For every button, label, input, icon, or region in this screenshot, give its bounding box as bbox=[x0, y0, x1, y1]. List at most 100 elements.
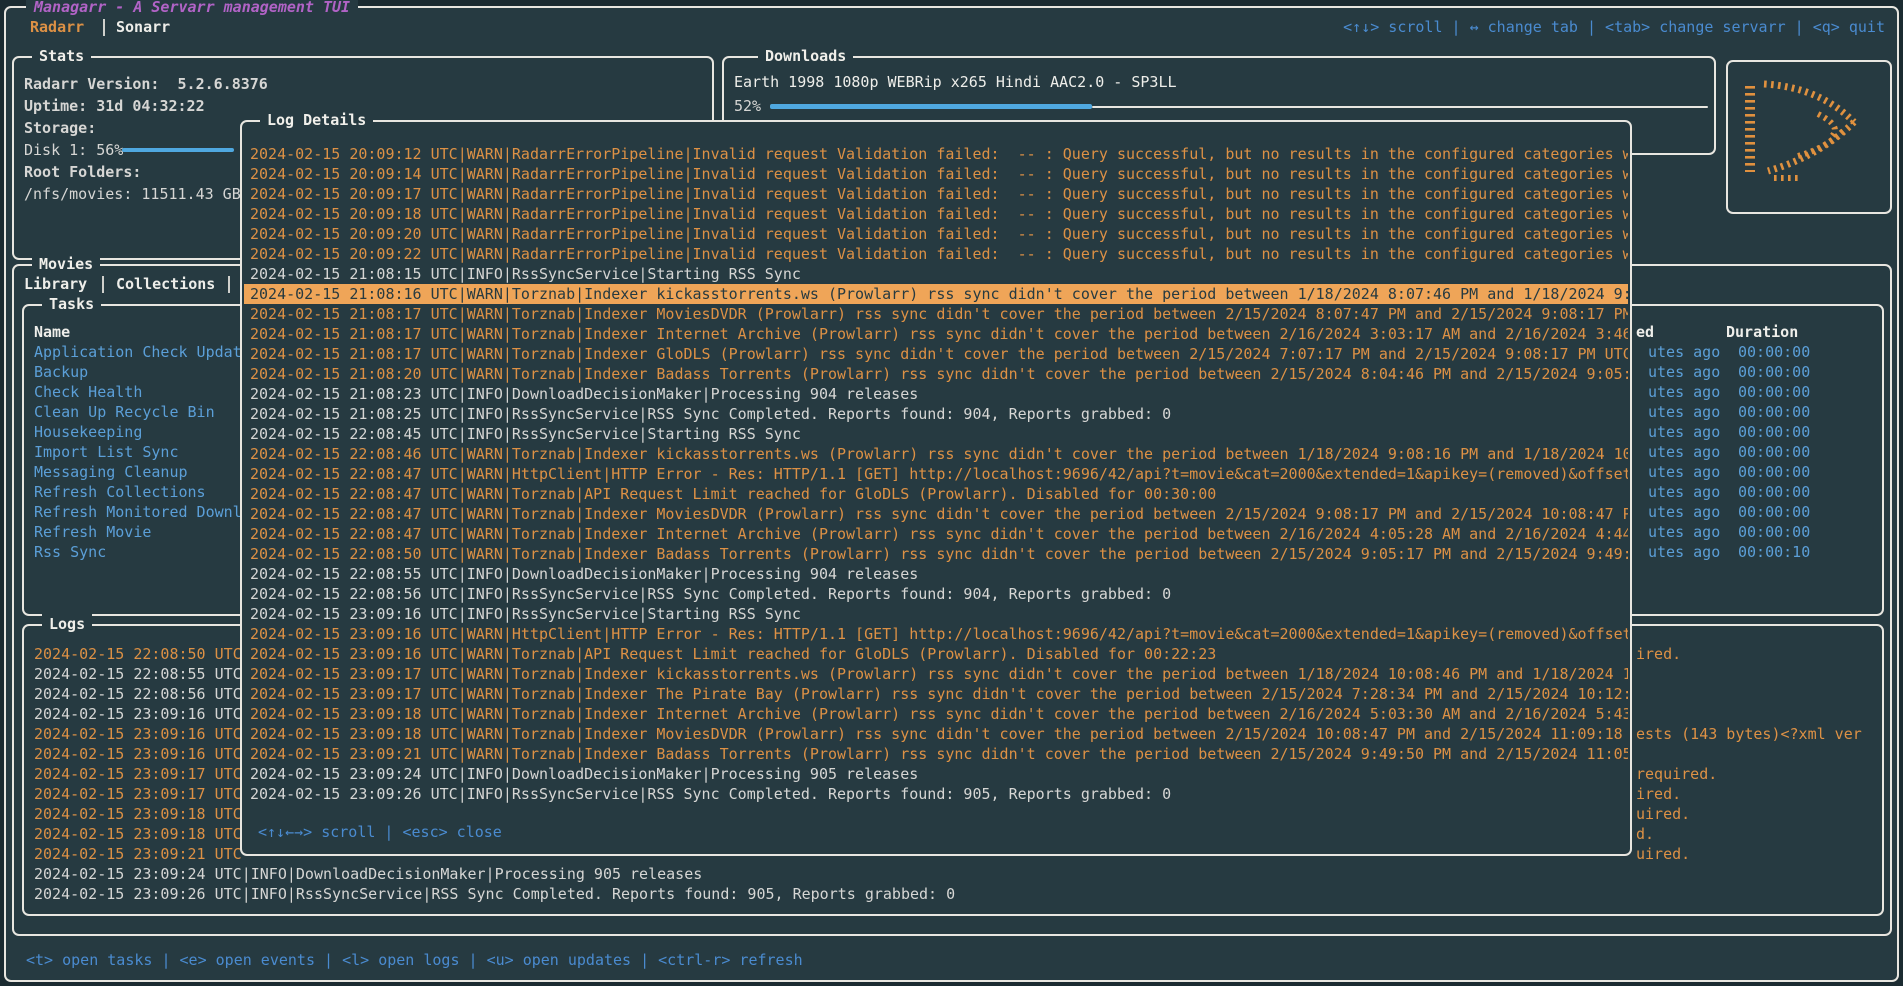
task-name: Import List Sync bbox=[34, 442, 179, 462]
movies-tab-separator2 bbox=[228, 276, 230, 293]
log-row-text: 2024-02-15 23:09:24 UTC|INFO|DownloadDec… bbox=[34, 864, 702, 884]
log-details-lines: 2024-02-15 20:09:12 UTC|WARN|RadarrError… bbox=[244, 144, 1628, 808]
log-detail-line[interactable]: 2024-02-15 21:08:25 UTC|INFO|RssSyncServ… bbox=[244, 404, 1628, 424]
log-row-text: 2024-02-15 22:08:50 UTC bbox=[34, 644, 242, 664]
task-duration: 00:00:00 bbox=[1738, 482, 1810, 502]
task-started-fragment: utes ago bbox=[1648, 442, 1720, 462]
log-detail-line[interactable]: 2024-02-15 22:08:55 UTC|INFO|DownloadDec… bbox=[244, 564, 1628, 584]
log-detail-line[interactable]: 2024-02-15 20:09:22 UTC|WARN|RadarrError… bbox=[244, 244, 1628, 264]
log-row-text: 2024-02-15 22:08:56 UTC bbox=[34, 684, 242, 704]
log-detail-line[interactable]: 2024-02-15 21:08:15 UTC|INFO|RssSyncServ… bbox=[244, 264, 1628, 284]
log-detail-line[interactable]: 2024-02-15 22:08:47 UTC|WARN|Torznab|Ind… bbox=[244, 504, 1628, 524]
task-name: Refresh Movie bbox=[34, 522, 151, 542]
stats-version: Radarr Version: 5.2.6.8376 bbox=[24, 74, 268, 94]
downloads-title: Downloads bbox=[758, 46, 853, 66]
task-started-fragment: utes ago bbox=[1648, 342, 1720, 362]
log-detail-line[interactable]: 2024-02-15 23:09:16 UTC|WARN|Torznab|API… bbox=[244, 644, 1628, 664]
task-name: Clean Up Recycle Bin bbox=[34, 402, 215, 422]
log-row-text: 2024-02-15 23:09:18 UTC bbox=[34, 824, 242, 844]
disk-usage-bar bbox=[122, 148, 234, 152]
log-detail-line[interactable]: 2024-02-15 23:09:21 UTC|WARN|Torznab|Ind… bbox=[244, 744, 1628, 764]
log-detail-line[interactable]: 2024-02-15 20:09:17 UTC|WARN|RadarrError… bbox=[244, 184, 1628, 204]
log-details-footer-keybinds: <↑↓←→> scroll | <esc> close bbox=[258, 822, 502, 842]
task-name: Housekeeping bbox=[34, 422, 142, 442]
log-detail-line[interactable]: 2024-02-15 20:09:20 UTC|WARN|RadarrError… bbox=[244, 224, 1628, 244]
tab-radarr[interactable]: Radarr bbox=[30, 17, 84, 37]
task-started-fragment: utes ago bbox=[1648, 402, 1720, 422]
radarr-logo-icon bbox=[1734, 72, 1884, 196]
log-detail-line[interactable]: 2024-02-15 23:09:17 UTC|WARN|Torznab|Ind… bbox=[244, 684, 1628, 704]
log-row-tail-fragment: ests (143 bytes)<?xml ver bbox=[1636, 724, 1862, 744]
task-name: Refresh Monitored Downl bbox=[34, 502, 242, 522]
log-detail-line[interactable]: 2024-02-15 23:09:24 UTC|INFO|DownloadDec… bbox=[244, 764, 1628, 784]
task-name: Check Health bbox=[34, 382, 142, 402]
tasks-col-name: Name bbox=[34, 322, 70, 342]
task-started-fragment: utes ago bbox=[1648, 462, 1720, 482]
log-detail-line-selected[interactable]: 2024-02-15 21:08:16 UTC|WARN|Torznab|Ind… bbox=[244, 284, 1628, 304]
task-duration: 00:00:00 bbox=[1738, 462, 1810, 482]
top-keybinds: <↑↓> scroll | ↔ change tab | <tab> chang… bbox=[1343, 17, 1885, 37]
task-duration: 00:00:00 bbox=[1738, 382, 1810, 402]
log-detail-line[interactable]: 2024-02-15 23:09:16 UTC|INFO|RssSyncServ… bbox=[244, 604, 1628, 624]
tab-library[interactable]: Library bbox=[24, 274, 87, 294]
log-row-text: 2024-02-15 23:09:16 UTC bbox=[34, 704, 242, 724]
log-row-text: 2024-02-15 23:09:26 UTC|INFO|RssSyncServ… bbox=[34, 884, 955, 904]
log-details-title: Log Details bbox=[260, 110, 373, 130]
log-detail-line[interactable]: 2024-02-15 23:09:16 UTC|WARN|HttpClient|… bbox=[244, 624, 1628, 644]
task-duration: 00:00:00 bbox=[1738, 342, 1810, 362]
log-detail-line[interactable]: 2024-02-15 22:08:47 UTC|WARN|Torznab|Ind… bbox=[244, 524, 1628, 544]
tab-collections[interactable]: Collections bbox=[116, 274, 215, 294]
task-started-fragment: utes ago bbox=[1648, 502, 1720, 522]
tab-sonarr[interactable]: Sonarr bbox=[116, 17, 170, 37]
log-detail-line[interactable]: 2024-02-15 22:08:47 UTC|WARN|HttpClient|… bbox=[244, 464, 1628, 484]
task-name: Application Check Updat bbox=[34, 342, 242, 362]
stats-title: Stats bbox=[32, 46, 91, 66]
log-detail-line[interactable]: 2024-02-15 20:09:12 UTC|WARN|RadarrError… bbox=[244, 144, 1628, 164]
log-detail-line[interactable]: 2024-02-15 23:09:18 UTC|WARN|Torznab|Ind… bbox=[244, 724, 1628, 744]
task-duration: 00:00:00 bbox=[1738, 442, 1810, 462]
log-detail-line[interactable]: 2024-02-15 20:09:18 UTC|WARN|RadarrError… bbox=[244, 204, 1628, 224]
log-detail-line[interactable]: 2024-02-15 21:08:17 UTC|WARN|Torznab|Ind… bbox=[244, 344, 1628, 364]
logs-title: Logs bbox=[42, 614, 92, 634]
log-detail-line[interactable]: 2024-02-15 23:09:18 UTC|WARN|Torznab|Ind… bbox=[244, 704, 1628, 724]
log-row-tail-fragment: uired. bbox=[1636, 804, 1690, 824]
task-name: Refresh Collections bbox=[34, 482, 206, 502]
log-row-text: 2024-02-15 23:09:21 UTC bbox=[34, 844, 242, 864]
app-title: Managarr - A Servarr management TUI bbox=[26, 0, 358, 17]
log-detail-line[interactable]: 2024-02-15 23:09:26 UTC|INFO|RssSyncServ… bbox=[244, 784, 1628, 804]
tab-separator bbox=[103, 19, 105, 36]
task-duration: 00:00:00 bbox=[1738, 422, 1810, 442]
managarr-tui-screen: { "app": { "title": "Managarr - A Servar… bbox=[0, 0, 1903, 986]
logo-panel bbox=[1726, 60, 1892, 214]
movies-title: Movies bbox=[32, 254, 100, 274]
task-duration: 00:00:00 bbox=[1738, 402, 1810, 422]
log-detail-line[interactable]: 2024-02-15 22:08:56 UTC|INFO|RssSyncServ… bbox=[244, 584, 1628, 604]
stats-uptime: Uptime: 31d 04:32:22 bbox=[24, 96, 205, 116]
tasks-col-executed-fragment: ed bbox=[1636, 322, 1654, 342]
log-detail-line[interactable]: 2024-02-15 23:09:17 UTC|WARN|Torznab|Ind… bbox=[244, 664, 1628, 684]
log-detail-line[interactable]: 2024-02-15 22:08:45 UTC|INFO|RssSyncServ… bbox=[244, 424, 1628, 444]
log-detail-line[interactable]: 2024-02-15 21:08:17 UTC|WARN|Torznab|Ind… bbox=[244, 324, 1628, 344]
log-detail-line[interactable]: 2024-02-15 21:08:23 UTC|INFO|DownloadDec… bbox=[244, 384, 1628, 404]
stats-disk-line: Disk 1: 56% bbox=[24, 140, 123, 160]
task-started-fragment: utes ago bbox=[1648, 382, 1720, 402]
log-row-tail-fragment: d. bbox=[1636, 824, 1654, 844]
log-row-text: 2024-02-15 23:09:18 UTC bbox=[34, 804, 242, 824]
task-started-fragment: utes ago bbox=[1648, 542, 1720, 562]
task-duration: 00:00:00 bbox=[1738, 362, 1810, 382]
task-started-fragment: utes ago bbox=[1648, 362, 1720, 382]
task-started-fragment: utes ago bbox=[1648, 482, 1720, 502]
bottom-keybinds: <t> open tasks | <e> open events | <l> o… bbox=[26, 950, 803, 970]
task-name: Rss Sync bbox=[34, 542, 106, 562]
log-detail-line[interactable]: 2024-02-15 21:08:17 UTC|WARN|Torznab|Ind… bbox=[244, 304, 1628, 324]
log-row-tail-fragment: ired. bbox=[1636, 784, 1681, 804]
log-detail-line[interactable]: 2024-02-15 22:08:46 UTC|WARN|Torznab|Ind… bbox=[244, 444, 1628, 464]
task-duration: 00:00:00 bbox=[1738, 522, 1810, 542]
log-detail-line[interactable]: 2024-02-15 22:08:50 UTC|WARN|Torznab|Ind… bbox=[244, 544, 1628, 564]
log-detail-line[interactable]: 2024-02-15 22:08:47 UTC|WARN|Torznab|API… bbox=[244, 484, 1628, 504]
task-started-fragment: utes ago bbox=[1648, 522, 1720, 542]
log-row-tail-fragment: required. bbox=[1636, 764, 1717, 784]
log-detail-line[interactable]: 2024-02-15 21:08:20 UTC|WARN|Torznab|Ind… bbox=[244, 364, 1628, 384]
log-detail-line[interactable]: 2024-02-15 20:09:14 UTC|WARN|RadarrError… bbox=[244, 164, 1628, 184]
log-details-modal: Log Details 2024-02-15 20:09:12 UTC|WARN… bbox=[240, 120, 1632, 856]
